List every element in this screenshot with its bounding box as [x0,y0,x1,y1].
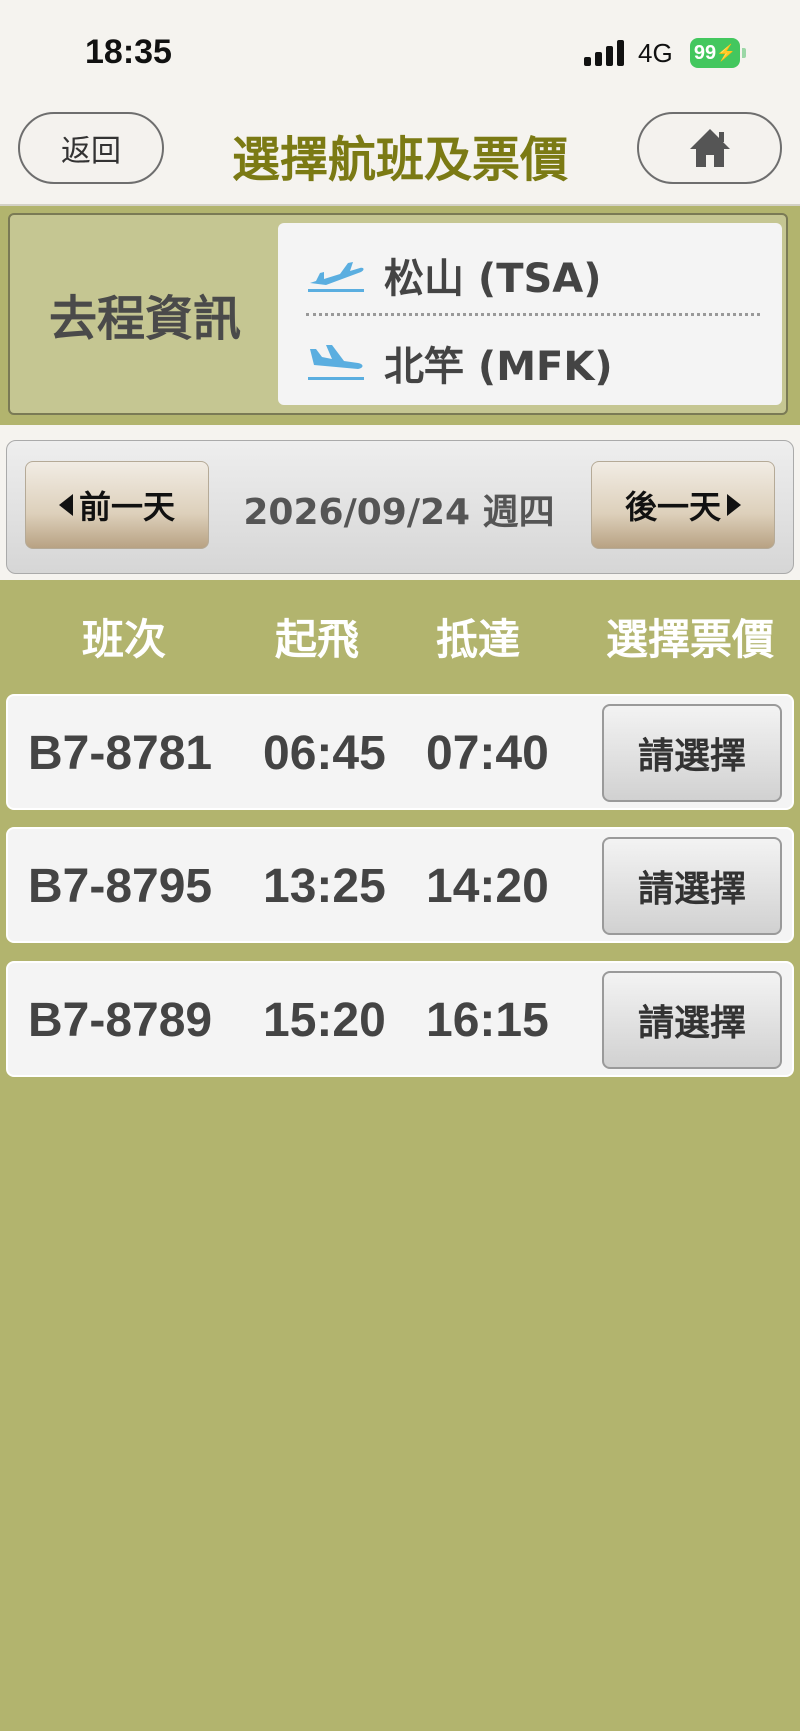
battery-cap [742,48,746,58]
next-day-button[interactable]: 後一天 [591,461,775,549]
route-label: 去程資訊 [48,291,241,347]
next-day-label: 後一天 [624,488,721,526]
column-header-depart: 起飛 [275,615,360,664]
landing-icon [308,345,364,380]
header: 返回 選擇航班及票價 [0,100,800,206]
flight-number: B7-8795 [28,860,213,913]
home-button[interactable] [637,112,782,184]
select-fare-button[interactable]: 請選擇 [602,704,782,802]
takeoff-icon [308,262,364,292]
flight-number: B7-8789 [28,994,213,1047]
arrive-time: 07:40 [426,727,549,780]
flight-row: B7-8781 06:45 07:40 請選擇 [6,694,794,810]
date-bar: 前一天 2026/09/24 週四 後一天 [6,440,794,574]
column-header-fare: 選擇票價 [606,615,775,664]
flight-row: B7-8789 15:20 16:15 請選擇 [6,961,794,1077]
status-time: 18:35 [85,33,172,71]
back-button[interactable]: 返回 [18,112,164,184]
battery-level: 99 [693,41,717,64]
signal-icon [584,40,626,66]
column-header-arrive: 抵達 [436,615,521,664]
depart-time: 13:25 [263,860,386,913]
current-date: 2026/09/24 週四 [243,492,555,533]
destination-row: 北竿 (MFK) [306,333,613,393]
network-label: 4G [638,38,673,68]
select-fare-button[interactable]: 請選擇 [602,971,782,1069]
home-icon [689,129,730,167]
status-bar: 18:35 4G 99 ⚡ [0,0,800,100]
origin-row: 松山 (TSA) [306,245,602,305]
prev-day-label: 前一天 [78,488,175,526]
depart-time: 06:45 [263,727,386,780]
select-fare-button[interactable]: 請選擇 [602,837,782,935]
destination-airport: 北竿 (MFK) [384,344,613,390]
depart-time: 15:20 [263,994,386,1047]
column-header-flight: 班次 [82,615,167,664]
arrow-right-icon [727,494,741,516]
origin-airport: 松山 (TSA) [384,256,602,302]
flight-number: B7-8781 [28,727,213,780]
arrow-left-icon [58,494,73,516]
page-title: 選擇航班及票價 [231,132,568,188]
route-info: 去程資訊 松山 (TSA) 北竿 (MFK) [8,213,788,415]
prev-day-button[interactable]: 前一天 [25,461,209,549]
route-card: 松山 (TSA) 北竿 (MFK) [278,223,782,405]
arrive-time: 16:15 [426,994,549,1047]
battery-icon: 99 ⚡ [690,38,740,68]
route-divider [306,313,760,316]
flight-row: B7-8795 13:25 14:20 請選擇 [6,827,794,943]
arrive-time: 14:20 [426,860,549,913]
